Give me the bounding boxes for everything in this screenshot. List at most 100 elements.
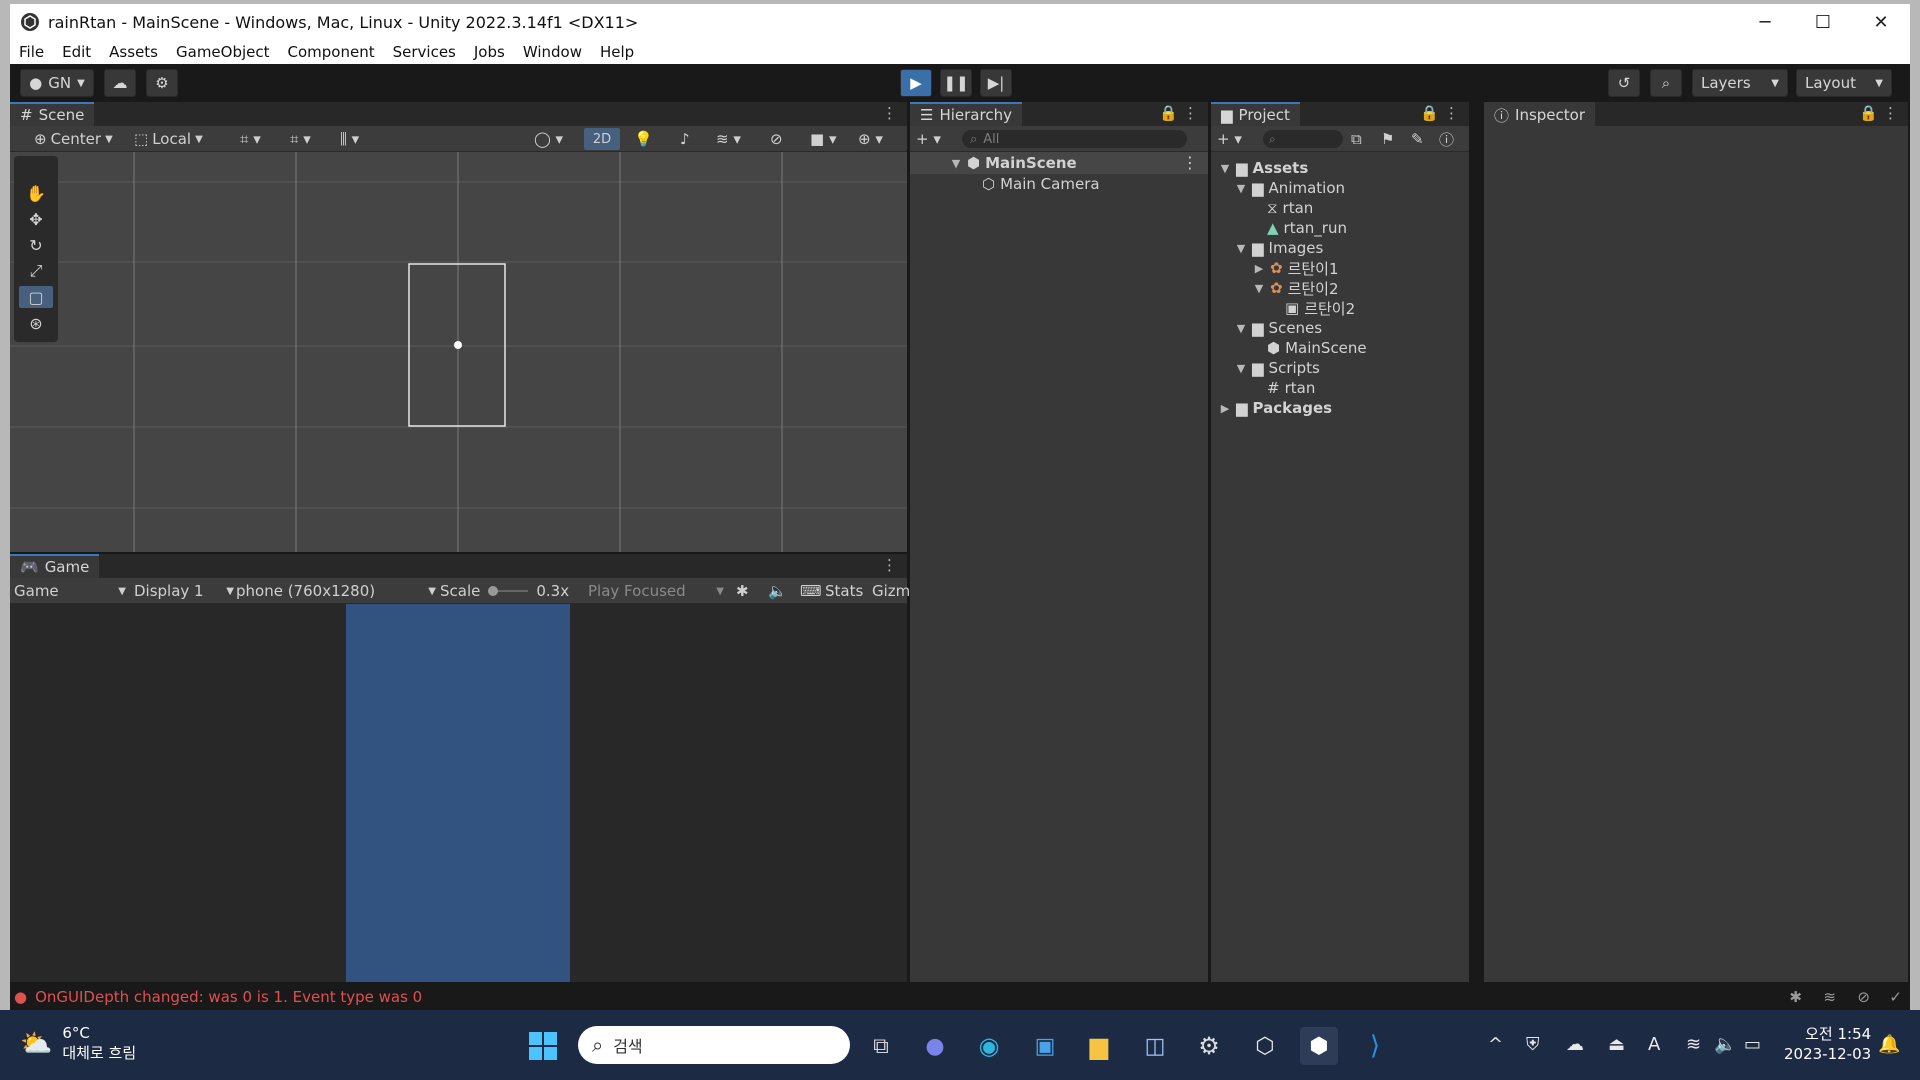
chat-app[interactable]: ●	[916, 1027, 954, 1065]
debug-toggle[interactable]: ✱	[736, 580, 749, 602]
menu-jobs[interactable]: Jobs	[465, 43, 514, 61]
collab-button[interactable]: ⚙	[146, 69, 178, 97]
tree-item-rtan-script[interactable]: # rtan	[1267, 378, 1315, 398]
panel-menu-icon[interactable]: ⋮	[1444, 104, 1459, 122]
move-tool[interactable]: ✥	[19, 208, 53, 230]
favorites-button[interactable]: ✎	[1411, 128, 1424, 150]
onedrive-icon[interactable]: ☁	[1566, 1034, 1584, 1055]
snipping-tool[interactable]: ◫	[1136, 1027, 1174, 1065]
scene-row[interactable]: ▼ ⬢ MainScene ⋮	[910, 152, 1208, 174]
scene-viewport[interactable]: ✋ ✥ ↻ ⤢ ▢ ⊛	[10, 152, 907, 552]
battery-icon[interactable]: ▭	[1744, 1034, 1761, 1055]
hand-tool[interactable]: ✋	[19, 182, 53, 204]
hierarchy-item-main-camera[interactable]: ⬡ Main Camera	[982, 174, 1100, 194]
step-button[interactable]: ▶|	[980, 69, 1012, 97]
align-button[interactable]: ⫼ ▾	[340, 128, 359, 150]
taskbar-search-box[interactable]: ⌕ 검색	[578, 1026, 850, 1064]
resolution-dropdown[interactable]: phone (760x1280) ▼	[236, 580, 436, 602]
gizmos-button[interactable]: Gizm	[872, 580, 910, 602]
store-app[interactable]: ▣	[1026, 1027, 1064, 1065]
project-search-input[interactable]: ⌕	[1263, 130, 1343, 148]
console-status-bar[interactable]: ● OnGUIDepth changed: was 0 is 1. Event …	[10, 984, 1910, 1010]
tree-item-scripts[interactable]: ▼ ▆ Scripts	[1235, 358, 1320, 378]
input-method-icon[interactable]: A	[1648, 1034, 1660, 1055]
pivot-center-dropdown[interactable]: ⊕ Center ▼	[34, 128, 113, 150]
hidden-packages-button[interactable]: ⓘ	[1439, 128, 1454, 150]
security-icon[interactable]: ⛨	[1526, 1034, 1540, 1055]
edge-browser[interactable]: ◉	[970, 1027, 1008, 1065]
lock-icon[interactable]: 🔒	[1159, 104, 1178, 122]
game-view-dropdown[interactable]: Game ▼	[14, 580, 126, 602]
undo-history-button[interactable]: ↺	[1608, 69, 1640, 97]
space-local-dropdown[interactable]: ⬚ Local ▼	[134, 128, 203, 150]
expand-arrow-icon[interactable]: ▼	[950, 157, 962, 170]
game-viewport[interactable]	[10, 604, 907, 982]
grid-snap-button[interactable]: ⌗ ▾	[240, 128, 261, 150]
search-by-type-button[interactable]: ⧉	[1351, 128, 1362, 150]
menu-component[interactable]: Component	[279, 43, 384, 61]
lock-icon[interactable]: 🔒	[1859, 104, 1878, 122]
audio-toggle[interactable]: ♪	[680, 128, 690, 150]
tree-item-image-1[interactable]: ▶ ✿ 르탄이1	[1253, 258, 1339, 278]
menu-services[interactable]: Services	[384, 43, 465, 61]
play-button[interactable]: ▶	[900, 69, 932, 97]
2d-toggle[interactable]: 2D	[584, 128, 620, 150]
maximize-button[interactable]: ☐	[1794, 4, 1852, 40]
lock-icon[interactable]: 🔒	[1420, 104, 1439, 122]
menu-edit[interactable]: Edit	[53, 43, 100, 61]
cloud-button[interactable]: ☁	[104, 69, 136, 97]
panel-menu-icon[interactable]: ⋮	[882, 556, 897, 574]
panel-menu-icon[interactable]: ⋮	[1883, 104, 1898, 122]
tab-hierarchy[interactable]: ☰ Hierarchy	[910, 102, 1022, 126]
rotate-tool[interactable]: ↻	[19, 234, 53, 256]
close-button[interactable]: ✕	[1852, 4, 1910, 40]
create-button[interactable]: + ▾	[916, 128, 941, 150]
tree-item-scenes[interactable]: ▼ ▆ Scenes	[1235, 318, 1322, 338]
visibility-toggle[interactable]: ⊘	[770, 128, 783, 150]
menu-assets[interactable]: Assets	[100, 43, 167, 61]
unity-hub[interactable]: ⬡	[1246, 1027, 1284, 1065]
tab-inspector[interactable]: ⓘ Inspector	[1484, 102, 1595, 126]
scale-slider[interactable]: Scale 0.3x	[440, 580, 569, 602]
hierarchy-search-input[interactable]: ⌕ All	[962, 130, 1187, 148]
progress-icon[interactable]: ≋	[1823, 988, 1836, 1006]
rect-tool[interactable]: ▢	[19, 286, 53, 308]
wifi-icon[interactable]: ≋	[1686, 1034, 1701, 1055]
pause-button[interactable]: ❚❚	[940, 69, 972, 97]
draw-mode-dropdown[interactable]: ◯ ▾	[534, 128, 563, 150]
tree-item-images[interactable]: ▼ ▆ Images	[1235, 238, 1324, 258]
minimize-button[interactable]: ─	[1736, 4, 1794, 40]
tree-item-animation[interactable]: ▼ ▆ Animation	[1235, 178, 1345, 198]
tree-item-mainscene[interactable]: ⬢ MainScene	[1267, 338, 1367, 358]
tab-game[interactable]: 🎮 Game	[10, 554, 100, 578]
lighting-toggle[interactable]: 💡	[634, 128, 653, 150]
panel-menu-icon[interactable]: ⋮	[1183, 104, 1198, 122]
unity-editor-taskbar[interactable]: ⬢	[1300, 1027, 1338, 1065]
search-by-label-button[interactable]: ⚑	[1381, 128, 1394, 150]
menu-file[interactable]: File	[10, 43, 53, 61]
network-icon[interactable]: ⊘	[1857, 988, 1870, 1006]
menu-help[interactable]: Help	[591, 43, 643, 61]
layout-dropdown[interactable]: Layout ▼	[1796, 69, 1892, 97]
effects-dropdown[interactable]: ≋ ▾	[716, 128, 741, 150]
file-explorer[interactable]: ▆	[1080, 1027, 1118, 1065]
tree-item-packages[interactable]: ▶ ▆ Packages	[1219, 398, 1332, 418]
settings-app[interactable]: ⚙	[1190, 1027, 1228, 1065]
transform-tool[interactable]: ⊛	[19, 312, 53, 334]
tree-item-image-2[interactable]: ▼ ✿ 르탄이2	[1253, 278, 1339, 298]
checkmark-icon[interactable]: ✓	[1889, 988, 1902, 1006]
tree-item-image-2-sprite[interactable]: ▣ 르탄이2	[1285, 298, 1355, 318]
task-view-button[interactable]: ⧉	[862, 1027, 900, 1065]
search-button[interactable]: ⌕	[1650, 69, 1682, 97]
stats-button[interactable]: Stats	[825, 580, 863, 602]
menu-gameobject[interactable]: GameObject	[167, 43, 279, 61]
tree-item-rtan-controller[interactable]: ⧖ rtan	[1267, 198, 1313, 218]
gizmos-dropdown[interactable]: ⊕ ▾	[858, 128, 883, 150]
scene-menu-icon[interactable]: ⋮	[1182, 153, 1198, 172]
notification-bell-icon[interactable]: 🔔	[1878, 1034, 1900, 1055]
windows-start-button[interactable]	[524, 1027, 562, 1065]
menu-window[interactable]: Window	[514, 43, 591, 61]
panel-menu-icon[interactable]: ⋮	[882, 104, 897, 122]
weather-widget[interactable]: ⛅ 6°C 대체로 흐림	[20, 1024, 136, 1063]
tab-project[interactable]: ▆ Project	[1211, 102, 1300, 126]
